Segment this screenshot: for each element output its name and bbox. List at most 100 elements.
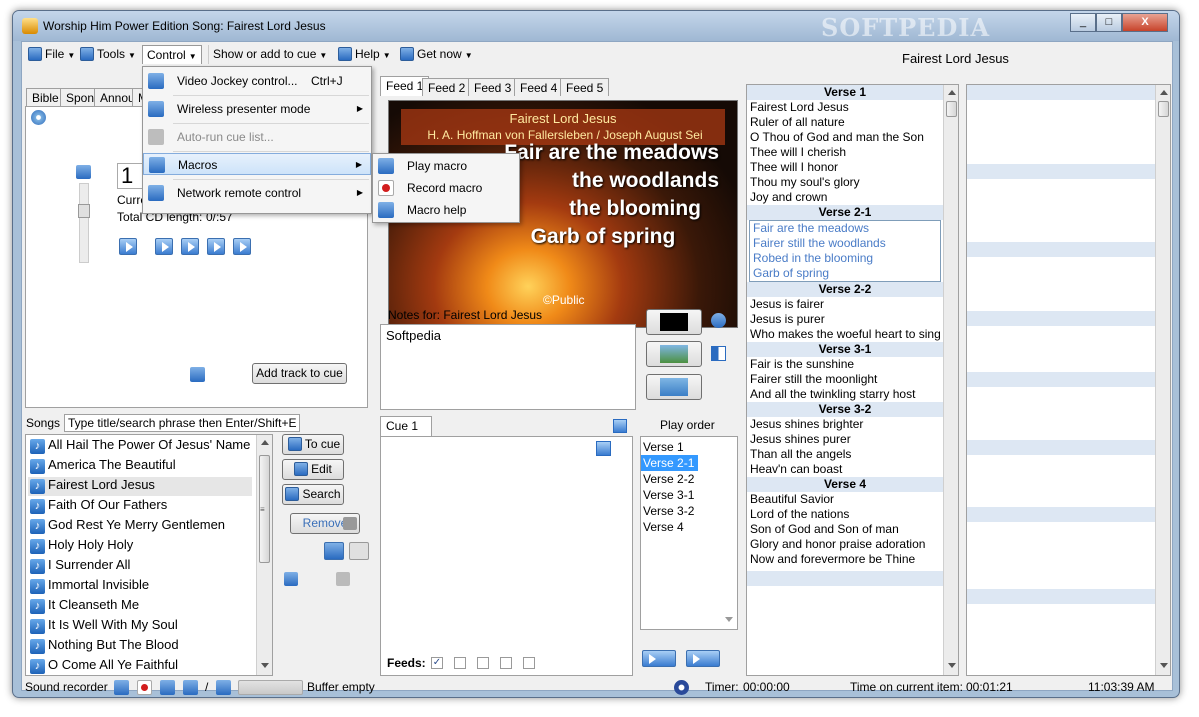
cd-last-button[interactable] [233,238,251,255]
tab-feed-3[interactable]: Feed 3 [468,78,518,96]
recorder-tools-icon[interactable] [114,680,129,695]
play-order-scrollbar[interactable] [721,437,737,629]
tab-feed-5[interactable]: Feed 5 [560,78,610,96]
open-folder-icon[interactable] [324,542,344,560]
song-title: I Surrender All [48,557,131,572]
verse-line: Fairer still the moonlight [750,372,878,386]
song-title: Fairest Lord Jesus [48,477,155,492]
menu-item-play-macro[interactable]: Play macro [373,155,519,177]
menu-item-wireless-presenter[interactable]: Wireless presenter mode ▶ [143,98,371,120]
menu-get-now[interactable]: Get now ▼ [396,45,477,64]
tab-feed-2[interactable]: Feed 2 [422,78,472,96]
minimize-button[interactable]: _ [1070,13,1096,32]
add-track-to-cue-button[interactable]: Add track to cue [252,363,347,384]
verse-line: Jesus is purer [750,312,825,326]
display-settings-icon[interactable] [711,313,726,328]
song-search-input[interactable]: Type title/search phrase then Enter/Shif… [64,414,300,432]
expand-icon[interactable] [613,419,627,433]
record-icon[interactable] [137,680,152,695]
save-song-icon[interactable] [349,542,369,560]
recorder-open-icon[interactable] [183,680,198,695]
recorder-save-icon[interactable] [160,680,175,695]
menu-control[interactable]: Control ▼ [142,45,202,64]
cd-first-button[interactable] [155,238,173,255]
song-list-item[interactable]: ♪ I Surrender All [28,557,252,576]
edit-button[interactable]: Edit [282,459,344,480]
song-list-item[interactable]: ♪ It Is Well With My Soul [28,617,252,636]
verse-heading[interactable]: Verse 2-2 [747,282,943,297]
song-title: It Cleanseth Me [48,597,140,612]
maximize-button[interactable]: □ [1096,13,1122,32]
tab-feed-4[interactable]: Feed 4 [514,78,564,96]
image-background-button[interactable] [646,341,702,367]
feed-5-checkbox[interactable] [523,657,535,669]
song-tools-icon[interactable] [284,572,298,586]
timer-icon[interactable] [674,680,689,695]
search-button[interactable]: Search [282,484,344,505]
feed-4-checkbox[interactable] [500,657,512,669]
verse-block[interactable]: Jesus shines brighter Jesus shines purer T… [747,417,943,477]
play-order-next-button[interactable] [686,650,720,667]
cd-icon[interactable] [31,110,46,125]
cd-play-button[interactable] [119,238,137,255]
video-background-button[interactable] [646,374,702,400]
recorder-volume-icon[interactable] [216,680,231,695]
verse-line: Son of God and Son of man [750,522,899,536]
verse-block[interactable]: Fair is the sunshine Fairer still the moo… [747,357,943,402]
menu-show-or-add-to-cue[interactable]: Show or add to cue ▼ [208,45,331,64]
remove-button[interactable]: Remove [290,513,360,534]
cd-next-button[interactable] [207,238,225,255]
close-button[interactable]: X [1122,13,1168,32]
song-list-item[interactable]: ♪ Immortal Invisible [28,577,252,596]
verse-heading[interactable]: Verse 4 [747,477,943,492]
window-title: Worship Him Power Edition Song: Fairest … [43,19,326,33]
verse-heading[interactable]: Verse 3-1 [747,342,943,357]
verses-scrollbar[interactable] [943,85,958,675]
cue-remove-icon[interactable] [596,441,611,456]
song-list-item[interactable]: ♪ All Hail The Power Of Jesus' Name [28,437,252,456]
feed-1-checkbox[interactable]: ✓ [431,657,443,669]
volume-icon[interactable] [76,165,91,179]
song-list-item[interactable]: ♪ Faith Of Our Fathers [28,497,252,516]
cd-prev-button[interactable] [181,238,199,255]
menu-tools[interactable]: Tools ▼ [76,45,140,64]
verse-heading[interactable]: Verse 3-2 [747,402,943,417]
song-list-item[interactable]: ♪ God Rest Ye Merry Gentlemen [28,517,252,536]
layout-icon[interactable] [711,346,726,361]
volume-slider[interactable] [78,183,90,263]
feed-3-checkbox[interactable] [477,657,489,669]
verse-block[interactable]: Beautiful Savior Lord of the nations Son o… [747,492,943,567]
song-list-item[interactable]: ♪ Fairest Lord Jesus [28,477,252,496]
play-order-prev-button[interactable] [642,650,676,667]
verse-heading[interactable]: Verse 2-1 [747,205,943,220]
menu-item-network-remote[interactable]: Network remote control ▶ [143,182,371,204]
menu-item-macros[interactable]: Macros ▶ [143,153,371,175]
black-background-button[interactable] [646,309,702,335]
song-list-item[interactable]: ♪ Nothing But The Blood [28,637,252,656]
to-cue-button[interactable]: To cue [282,434,344,455]
verse-line: Glory and honor praise adoration [750,537,926,551]
song-list-item[interactable]: ♪ It Cleanseth Me [28,597,252,616]
tab-cue-1[interactable]: Cue 1 [380,416,432,436]
feed-2-checkbox[interactable] [454,657,466,669]
verse-block[interactable]: Fair are the meadows Fairer still the woo… [749,220,941,282]
secondary-verses-scrollbar[interactable] [1155,85,1170,675]
song-list-item[interactable]: ♪ Holy Holy Holy [28,537,252,556]
menu-item-record-macro[interactable]: Record macro [373,177,519,199]
verse-block[interactable]: Jesus is fairer Jesus is purer Who makes t… [747,297,943,342]
cd-tools-icon[interactable] [190,367,205,382]
verse-block[interactable]: Fairest Lord Jesus Ruler of all nature O T… [747,100,943,205]
menu-help[interactable]: Help ▼ [334,45,395,64]
song-list-item[interactable]: ♪ America The Beautiful [28,457,252,476]
play-order-item[interactable]: Verse 2-1 [641,455,698,471]
tab-bible[interactable]: Bible [26,88,65,106]
songs-scrollbar[interactable]: ≡ [256,435,272,675]
menu-file[interactable]: File ▼ [24,45,79,64]
verse-heading[interactable]: Verse 1 [747,85,943,100]
song-list-item[interactable]: ♪ O Come All Ye Faithful [28,657,252,675]
menu-item-macro-help[interactable]: Macro help [373,199,519,221]
title-bar[interactable]: Worship Him Power Edition Song: Fairest … [13,11,1179,42]
notes-textarea[interactable]: Softpedia [380,324,636,410]
menu-item-video-jockey[interactable]: Video Jockey control... Ctrl+J [143,70,371,92]
song-title-label: Fairest Lord Jesus [902,51,1009,66]
